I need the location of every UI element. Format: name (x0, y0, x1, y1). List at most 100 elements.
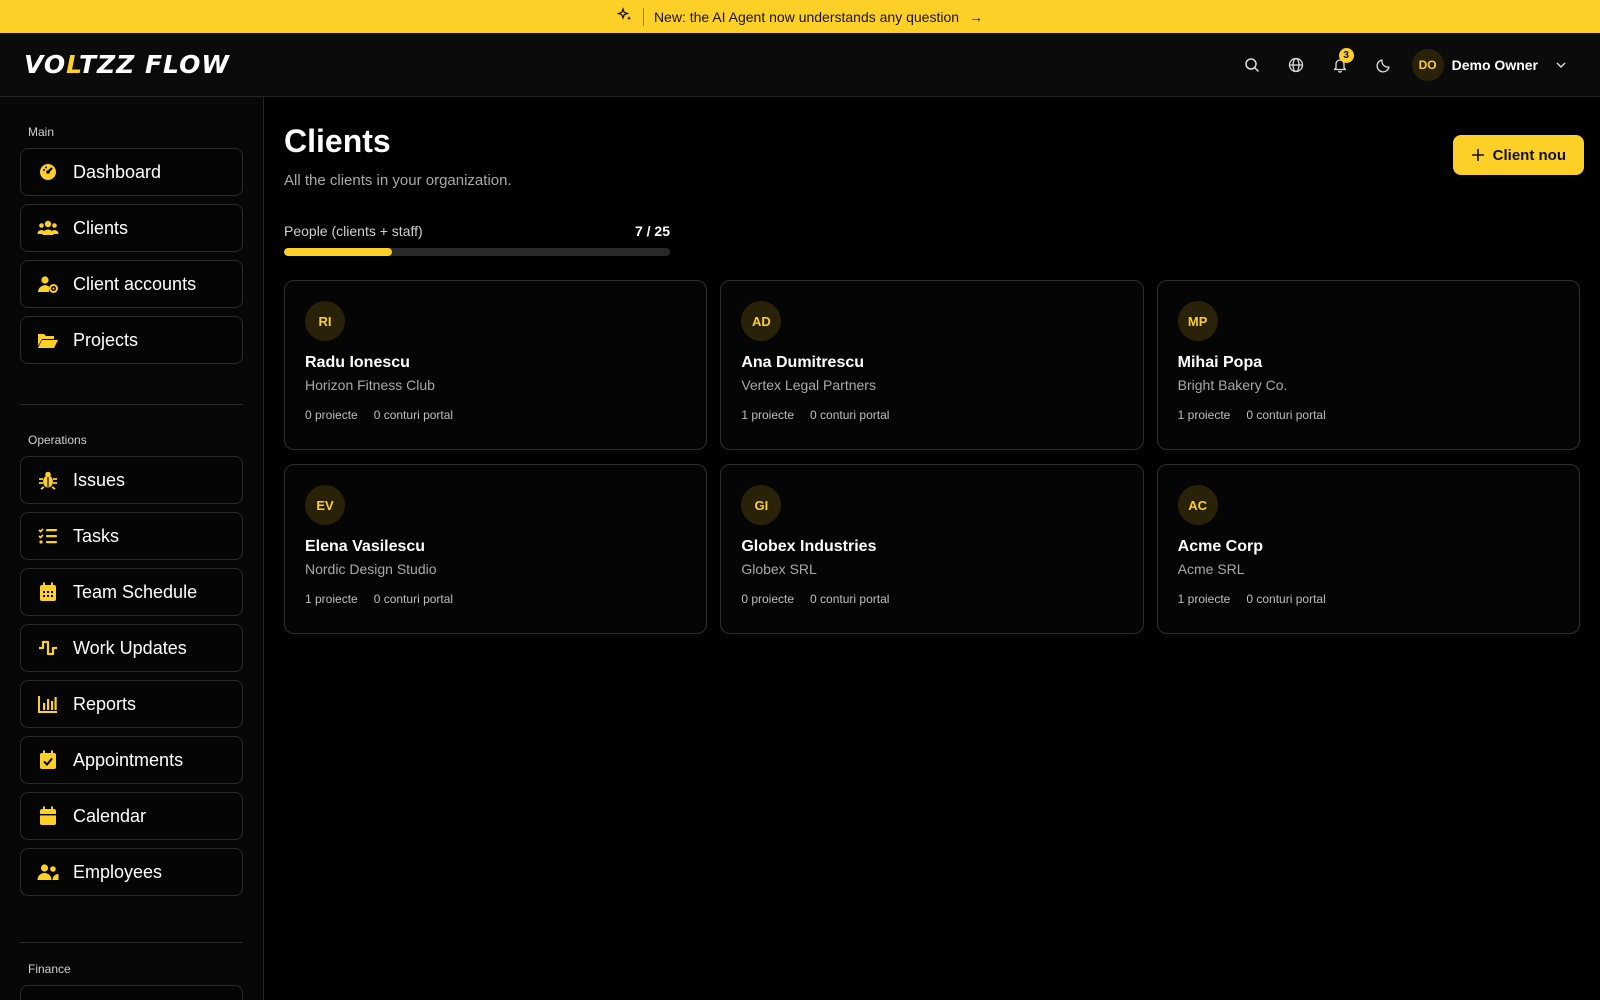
sidebar-item-appointments[interactable]: Appointments (20, 736, 243, 784)
sidebar-item-label: Tasks (73, 525, 120, 546)
sidebar-divider (20, 404, 243, 405)
arrow-right-icon: → (969, 8, 984, 25)
client-projects-count: 0 proiecte (305, 408, 358, 422)
client-card[interactable]: EV Elena Vasilescu Nordic Design Studio … (284, 464, 708, 634)
sidebar-item-employees[interactable]: Employees (20, 848, 243, 896)
plus-icon (1471, 149, 1484, 161)
sidebar-item-reports[interactable]: Reports (20, 680, 243, 728)
client-avatar: RI (305, 301, 345, 341)
sidebar-section-main-label: Main (28, 125, 55, 139)
main-content: Clients All the clients in your organiza… (264, 97, 1600, 1000)
client-grid: RI Radu Ionescu Horizon Fitness Club 0 p… (284, 280, 1580, 634)
calendar-check-icon (37, 749, 59, 771)
sidebar-section-finance-label: Finance (28, 962, 71, 976)
client-avatar: MP (1177, 301, 1218, 341)
client-name: Acme Corp (1177, 538, 1264, 555)
client-company: Horizon Fitness Club (305, 377, 435, 393)
sidebar-item-calendar[interactable]: Calendar (20, 792, 243, 840)
client-name: Radu Ionescu (305, 354, 410, 371)
bar-chart-icon (37, 693, 59, 715)
client-name: Globex Industries (741, 538, 877, 555)
quota-value: 7 / 25 (634, 223, 670, 239)
logo-accent: L (66, 50, 79, 79)
sidebar-item-issues[interactable]: Issues (20, 456, 243, 504)
client-company: Bright Bakery Co. (1177, 377, 1288, 393)
sidebar-item-dashboard[interactable]: Dashboard (20, 148, 243, 196)
client-portal-accounts: 0 conturi portal (373, 592, 454, 606)
client-avatar: AD (741, 301, 782, 341)
client-avatar: GI (741, 485, 782, 525)
sidebar-item-tasks[interactable]: Tasks (20, 512, 243, 560)
search-button[interactable] (1230, 43, 1274, 87)
client-card[interactable]: MP Mihai Popa Bright Bakery Co. 1 proiec… (1156, 280, 1580, 450)
sidebar-item-label: Issues (73, 469, 126, 490)
client-name: Elena Vasilescu (305, 538, 426, 555)
client-portal-accounts: 0 conturi portal (1246, 408, 1326, 422)
client-card[interactable]: GI Globex Industries Globex SRL 0 proiec… (720, 464, 1144, 634)
theme-toggle-button[interactable] (1362, 43, 1406, 87)
client-projects-count: 1 proiecte (1177, 408, 1231, 422)
client-card[interactable]: AC Acme Corp Acme SRL 1 proiecte 0 contur… (1156, 464, 1580, 634)
users-icon (37, 217, 59, 239)
client-projects-count: 1 proiecte (1177, 592, 1231, 606)
sidebar-item-label: Employees (73, 861, 163, 882)
bug-icon (37, 469, 59, 491)
client-company: Globex SRL (741, 561, 817, 577)
sidebar-item-work-updates[interactable]: Work Updates (20, 624, 243, 672)
quota-progress-fill (284, 248, 393, 256)
sidebar-item-client-accounts[interactable]: Client accounts (20, 260, 243, 308)
client-company: Vertex Legal Partners (741, 377, 876, 393)
sidebar-item-label: Work Updates (73, 637, 187, 658)
globe-icon (1288, 57, 1303, 72)
client-company: Nordic Design Studio (305, 561, 437, 577)
banner-divider (642, 7, 644, 26)
announcement-banner[interactable]: New: the AI Agent now understands any qu… (0, 0, 1600, 33)
logo-text-2: TZZ FLOW (78, 50, 230, 79)
new-client-button[interactable]: Client nou (1452, 135, 1584, 175)
user-menu[interactable]: DO Demo Owner (1411, 48, 1568, 81)
client-card[interactable]: RI Radu Ionescu Horizon Fitness Club 0 p… (284, 280, 708, 450)
moon-icon (1376, 58, 1390, 73)
logo-text-1: VO (24, 50, 67, 79)
sidebar-item-label: Clients (73, 217, 129, 238)
language-button[interactable] (1274, 43, 1318, 87)
chevron-down-icon (1556, 62, 1566, 68)
sidebar-section-operations-label: Operations (28, 433, 87, 447)
client-portal-accounts: 0 conturi portal (373, 408, 454, 422)
people-quota: People (clients + staff) 7 / 25 (284, 223, 670, 256)
client-portal-accounts: 0 conturi portal (1246, 592, 1326, 606)
client-name: Ana Dumitrescu (741, 354, 865, 371)
client-projects-count: 0 proiecte (741, 592, 795, 606)
user-gear-icon (37, 273, 59, 295)
page-subtitle: All the clients in your organization. (284, 172, 512, 189)
notification-count-badge: 3 (1338, 47, 1354, 63)
quota-label: People (clients + staff) (284, 223, 423, 239)
sidebar-item-team-schedule[interactable]: Team Schedule (20, 568, 243, 616)
user-name: Demo Owner (1451, 56, 1538, 73)
sidebar-item-projects[interactable]: Projects (20, 316, 243, 364)
folder-open-icon (37, 329, 59, 351)
banner-text: New: the AI Agent now understands any qu… (653, 8, 960, 25)
app-logo[interactable]: VOLTZZ FLOW (24, 50, 230, 79)
sidebar-item-label: Reports (73, 693, 137, 714)
quota-progress-bar (284, 248, 670, 256)
sidebar: Main Dashboard Clients Client accounts P… (0, 97, 264, 1000)
sidebar-item-label: Team Schedule (73, 581, 198, 602)
client-name: Mihai Popa (1177, 354, 1263, 371)
sidebar-item-label: Projects (73, 329, 139, 350)
user-avatar: DO (1411, 48, 1444, 81)
list-check-icon (37, 525, 59, 547)
client-projects-count: 1 proiecte (741, 408, 795, 422)
sidebar-item-finance-partial[interactable] (20, 985, 243, 1000)
sidebar-item-label: Dashboard (73, 161, 162, 182)
wave-square-icon (37, 637, 59, 659)
client-portal-accounts: 0 conturi portal (810, 592, 890, 606)
sidebar-item-label: Calendar (73, 805, 147, 826)
client-avatar: EV (305, 485, 345, 525)
search-icon (1244, 57, 1259, 72)
client-portal-accounts: 0 conturi portal (810, 408, 890, 422)
sidebar-item-clients[interactable]: Clients (20, 204, 243, 252)
sparkles-icon (616, 7, 633, 26)
notifications-button[interactable]: 3 (1318, 43, 1362, 87)
client-card[interactable]: AD Ana Dumitrescu Vertex Legal Partners … (720, 280, 1144, 450)
